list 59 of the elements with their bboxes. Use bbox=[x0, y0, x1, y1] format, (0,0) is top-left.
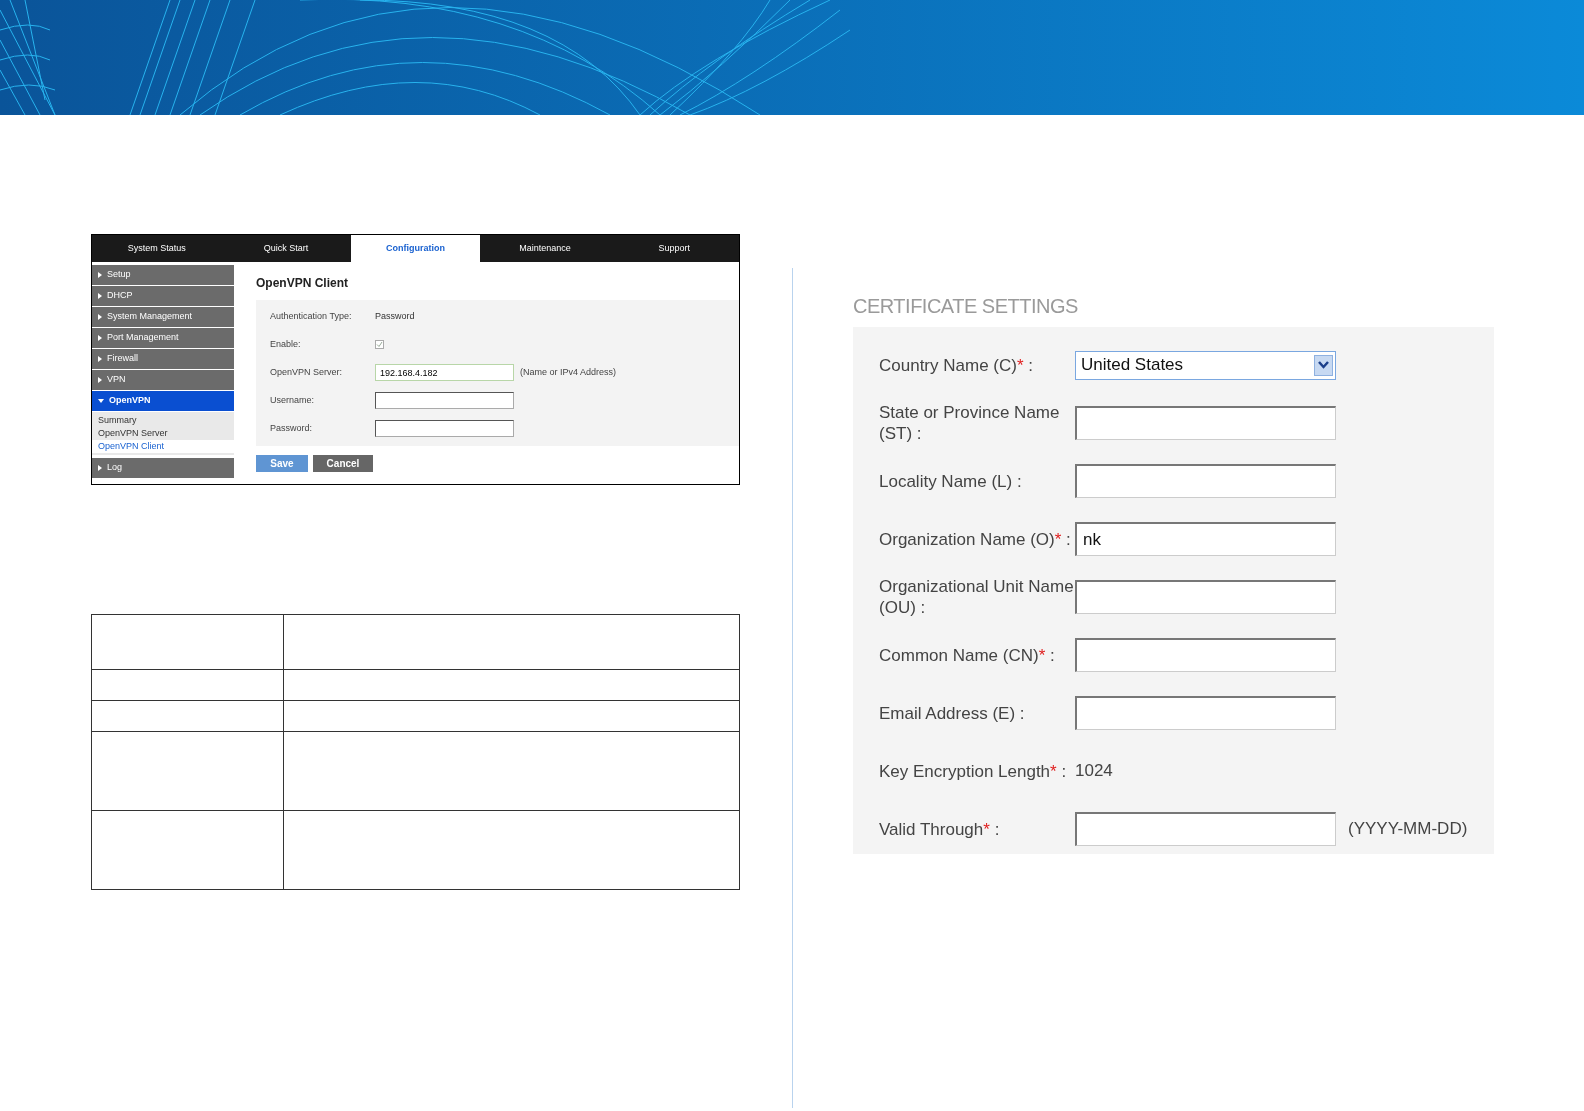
input-field[interactable] bbox=[1075, 696, 1336, 730]
submenu-link[interactable]: OpenVPN Server bbox=[98, 427, 228, 440]
caret-right-icon bbox=[98, 314, 102, 320]
caret-right-icon bbox=[98, 465, 102, 471]
nav-tab[interactable]: Support bbox=[609, 235, 740, 262]
field-value: 1024 bbox=[1075, 760, 1113, 783]
field-label: OpenVPN Server: bbox=[270, 365, 344, 379]
sidebar-item[interactable]: DHCP bbox=[92, 286, 234, 306]
chevron-down-icon bbox=[1314, 354, 1333, 376]
sidebar-item[interactable]: OpenVPN bbox=[92, 391, 234, 411]
sidebar-item[interactable]: System Management bbox=[92, 307, 234, 327]
caret-right-icon bbox=[98, 377, 102, 383]
field-label: Country Name (C)* : bbox=[879, 354, 1034, 376]
nav-tab[interactable]: Quick Start bbox=[221, 235, 351, 262]
section-title: OpenVPN Client bbox=[256, 275, 349, 292]
input-field[interactable] bbox=[375, 420, 514, 437]
nav-tab[interactable]: Maintenance bbox=[480, 235, 610, 262]
submenu-link[interactable]: Summary bbox=[98, 414, 228, 427]
field-label: Common Name (CN)* : bbox=[879, 644, 1056, 666]
hint-text: (Name or IPv4 Address) bbox=[520, 365, 617, 379]
field-value: Password bbox=[375, 309, 415, 323]
caret-right-icon bbox=[98, 356, 102, 362]
save-button[interactable]: Save bbox=[256, 455, 308, 472]
input-field[interactable] bbox=[1075, 812, 1336, 846]
sidebar-item[interactable]: Setup bbox=[92, 265, 234, 285]
cancel-button[interactable]: Cancel bbox=[313, 455, 373, 472]
field-label: Organizational Unit Name (OU) : bbox=[879, 576, 1075, 618]
hint-text: (YYYY-MM-DD) bbox=[1348, 818, 1468, 841]
submenu-link[interactable]: OpenVPN Client bbox=[92, 440, 234, 453]
sidebar-item[interactable]: VPN bbox=[92, 370, 234, 390]
field-label: Email Address (E) : bbox=[879, 702, 1026, 724]
country-dropdown[interactable]: United States bbox=[1075, 350, 1336, 380]
sidebar-item[interactable]: Firewall bbox=[92, 349, 234, 369]
caret-right-icon bbox=[98, 335, 102, 341]
input-field[interactable]: 192.168.4.182 bbox=[375, 364, 514, 381]
sidebar-item[interactable]: Log bbox=[92, 458, 234, 478]
field-label: Valid Through* : bbox=[879, 818, 1001, 840]
field-label: Key Encryption Length* : bbox=[879, 760, 1068, 782]
input-field[interactable] bbox=[375, 392, 514, 409]
input-field[interactable] bbox=[1075, 406, 1336, 440]
sidebar-item[interactable]: Port Management bbox=[92, 328, 234, 348]
input-field[interactable] bbox=[1075, 580, 1336, 614]
checkbox[interactable] bbox=[375, 340, 384, 349]
input-field[interactable] bbox=[1075, 464, 1336, 498]
input-field[interactable] bbox=[1075, 638, 1336, 672]
field-label: State or Province Name (ST) : bbox=[879, 402, 1061, 444]
nav-tab[interactable]: System Status bbox=[92, 235, 222, 262]
field-label: Authentication Type: bbox=[270, 309, 353, 323]
field-label: Username: bbox=[270, 393, 315, 407]
nav-tab[interactable]: Configuration bbox=[350, 235, 481, 262]
caret-right-icon bbox=[98, 272, 102, 278]
field-label: Locality Name (L) : bbox=[879, 470, 1023, 492]
section-title: CERTIFICATE SETTINGS bbox=[853, 294, 1078, 319]
field-label: Organization Name (O)* : bbox=[879, 528, 1072, 550]
field-label: Password: bbox=[270, 421, 314, 435]
caret-down-icon bbox=[98, 399, 104, 403]
input-field[interactable]: nk bbox=[1075, 522, 1336, 556]
field-label: Enable: bbox=[270, 337, 302, 351]
caret-right-icon bbox=[98, 293, 102, 299]
